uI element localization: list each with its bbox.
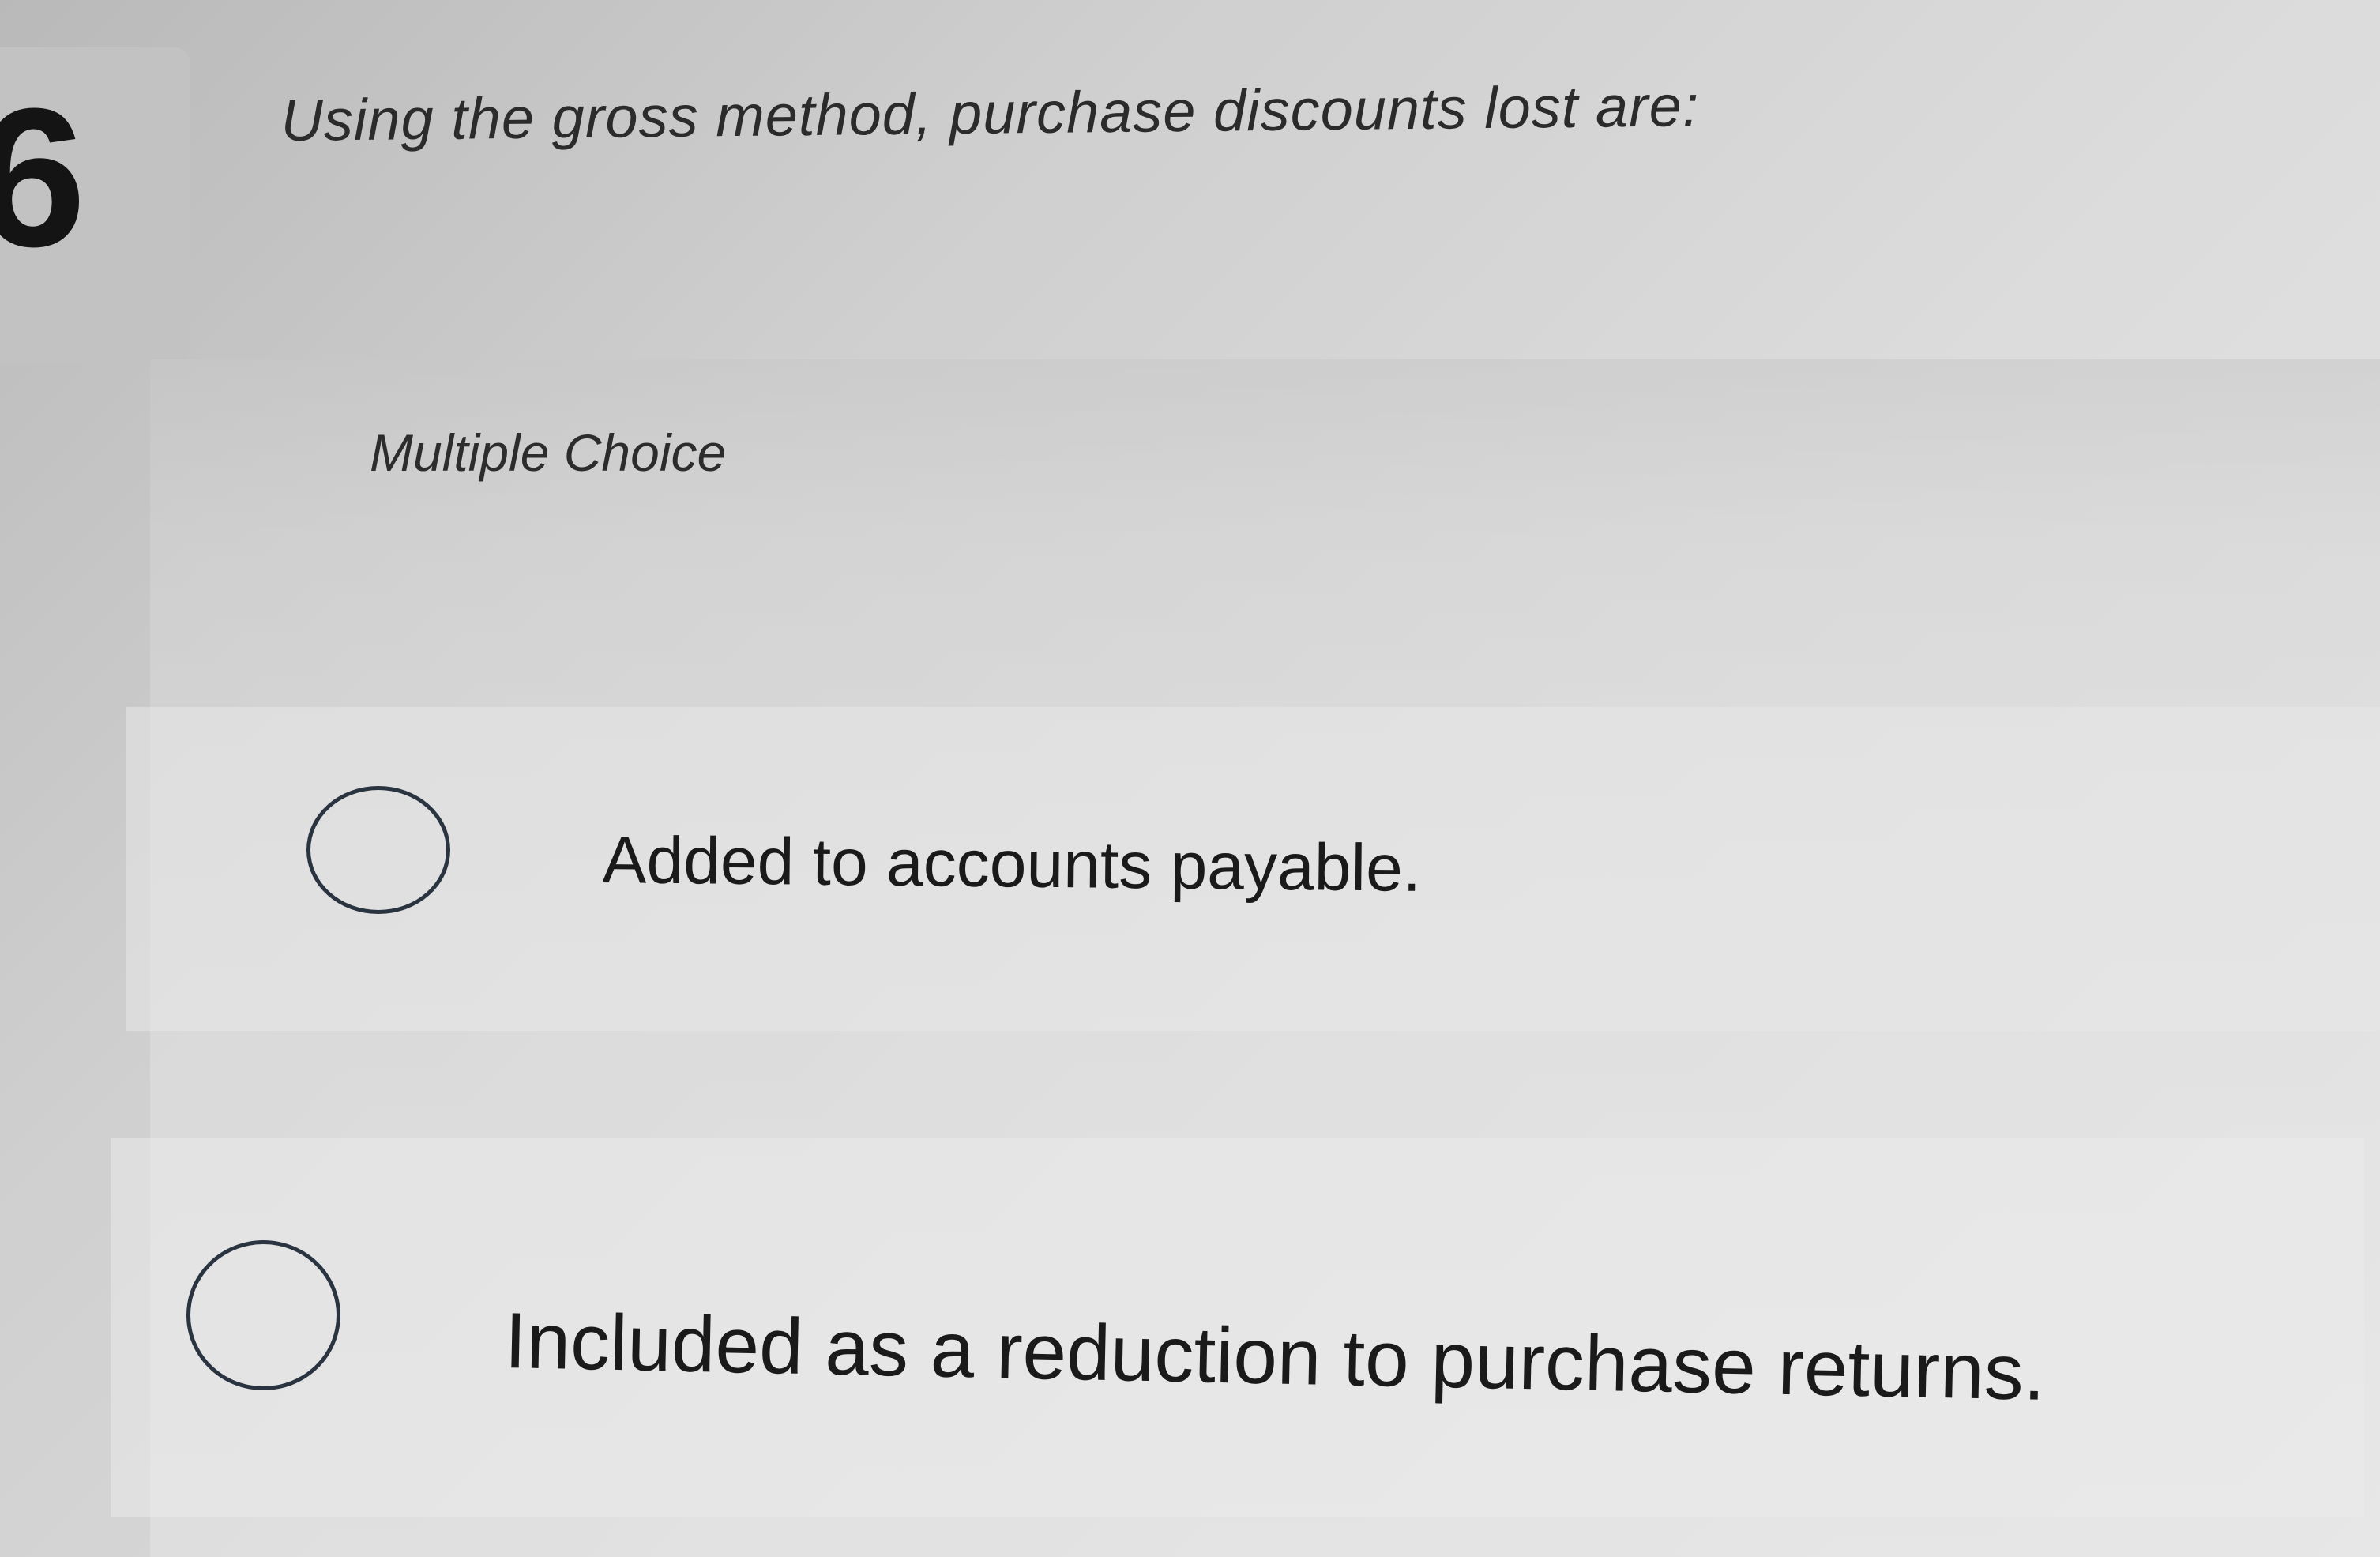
answer-option-1[interactable]: Added to accounts payable. [126, 707, 2380, 1031]
radio-button-option-2[interactable] [186, 1240, 340, 1390]
question-prompt: Using the gross method, purchase discoun… [280, 73, 1700, 153]
answer-option-2[interactable]: Included as a reduction to purchase retu… [111, 1138, 2364, 1517]
answer-option-2-label: Included as a reduction to purchase retu… [503, 1296, 2047, 1417]
question-type-label: Multiple Choice [370, 423, 727, 482]
question-number: 6 [0, 67, 87, 288]
answer-option-1-label: Added to accounts payable. [602, 822, 1422, 905]
radio-button-option-1[interactable] [306, 786, 450, 914]
